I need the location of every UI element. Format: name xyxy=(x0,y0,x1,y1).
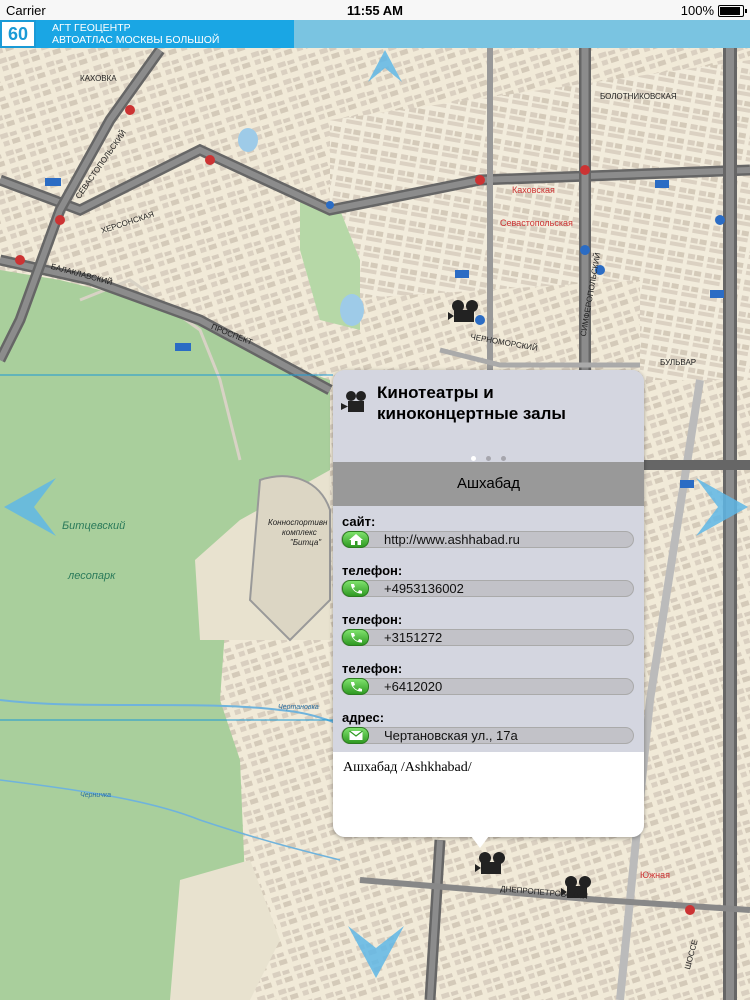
river-label-2: Черничка xyxy=(80,792,112,799)
poi-description: Ашхабад /Ashkhabad/ xyxy=(333,752,644,837)
mail-icon xyxy=(349,730,363,740)
mail-button[interactable] xyxy=(342,727,369,744)
forest-label-1: Битцевский xyxy=(62,520,126,532)
field-label-site: сайт: xyxy=(342,514,376,529)
map-scroll-left-arrow-icon[interactable] xyxy=(4,478,56,536)
sport-label-2: комплекс xyxy=(282,528,317,537)
popup-header: Кинотеатры и киноконцертные залы xyxy=(333,370,644,462)
street-label-bolotnikovskaya: БОЛОТНИКОВСКАЯ xyxy=(600,92,677,101)
poi-name: Ашхабад xyxy=(333,462,644,506)
atlas-title: АГТ ГЕОЦЕНТР АВТОАТЛАС МОСКВЫ БОЛЬШОЙ xyxy=(36,20,294,48)
metro-label-yuzhnaya: Южная xyxy=(640,870,670,880)
field-label-phone-3: телефон: xyxy=(342,661,403,676)
call-button-1[interactable] xyxy=(342,580,369,597)
page-dot-2[interactable] xyxy=(486,456,491,461)
page-dot-1[interactable] xyxy=(470,456,476,461)
atlas-header: 60 АГТ ГЕОЦЕНТР АВТОАТЛАС МОСКВЫ БОЛЬШОЙ xyxy=(0,20,750,48)
page-dot-3[interactable] xyxy=(501,456,507,461)
category-title: Кинотеатры и киноконцертные залы xyxy=(377,383,566,423)
phone-icon xyxy=(351,584,362,594)
field-label-phone-1: телефон: xyxy=(342,563,403,578)
address-value[interactable]: Чертановская ул., 17а xyxy=(384,728,518,743)
phone-value-1[interactable]: +4953136002 xyxy=(384,581,464,596)
clock: 11:55 AM xyxy=(347,3,403,18)
street-label-bulvar: БУЛЬВАР xyxy=(660,358,697,367)
home-icon xyxy=(349,534,363,545)
phone-value-3[interactable]: +6412020 xyxy=(384,679,442,694)
website-row[interactable]: http://www.ashhabad.ru xyxy=(341,531,634,548)
metro-label-kakhovskaya: Каховская xyxy=(512,185,555,195)
call-button-3[interactable] xyxy=(342,678,369,695)
popup-pointer xyxy=(471,836,489,848)
description-text: Ашхабад /Ashkhabad/ xyxy=(343,760,472,775)
atlas-title-line1: АГТ ГЕОЦЕНТР xyxy=(52,22,131,34)
battery-icon xyxy=(718,5,747,17)
home-button[interactable] xyxy=(342,531,369,548)
field-label-address: адрес: xyxy=(342,710,385,725)
river-label-1: Чертановка xyxy=(278,704,319,711)
phone-icon xyxy=(351,682,362,692)
map-scroll-up-arrow-icon[interactable] xyxy=(368,50,402,82)
poi-fields: сайт: http://www.ashhabad.ru телефон: +4… xyxy=(333,506,644,752)
phone-value-2[interactable]: +3151272 xyxy=(384,630,442,645)
header-strip xyxy=(294,20,750,48)
map-scroll-right-arrow-icon[interactable] xyxy=(696,478,748,536)
website-value[interactable]: http://www.ashhabad.ru xyxy=(384,532,520,547)
atlas-title-line2: АВТОАТЛАС МОСКВЫ БОЛЬШОЙ xyxy=(52,34,220,46)
metro-label-sevastopolskaya: Севастопольская xyxy=(500,218,573,228)
field-label-phone-2: телефон: xyxy=(342,612,403,627)
phone-icon xyxy=(351,633,362,643)
status-bar: Carrier 11:55 AM 100% xyxy=(0,0,750,20)
phone-row-2[interactable]: +3151272 xyxy=(341,629,634,646)
phone-row-3[interactable]: +6412020 xyxy=(341,678,634,695)
map-scroll-down-arrow-icon[interactable] xyxy=(348,926,404,978)
call-button-2[interactable] xyxy=(342,629,369,646)
forest-label-2: лесопарк xyxy=(68,570,116,582)
phone-row-1[interactable]: +4953136002 xyxy=(341,580,634,597)
battery-percent: 100% xyxy=(680,3,714,18)
sport-label-1: Конноспортивн xyxy=(268,518,328,527)
poi-info-popup: Кинотеатры и киноконцертные залы Ашхабад… xyxy=(333,370,644,837)
address-row[interactable]: Чертановская ул., 17а xyxy=(341,727,634,744)
film-camera-icon xyxy=(341,391,366,412)
street-label-kakhovka: КАХОВКА xyxy=(80,74,117,83)
sport-label-3: "Битца" xyxy=(290,538,322,547)
page-number[interactable]: 60 xyxy=(0,20,36,48)
